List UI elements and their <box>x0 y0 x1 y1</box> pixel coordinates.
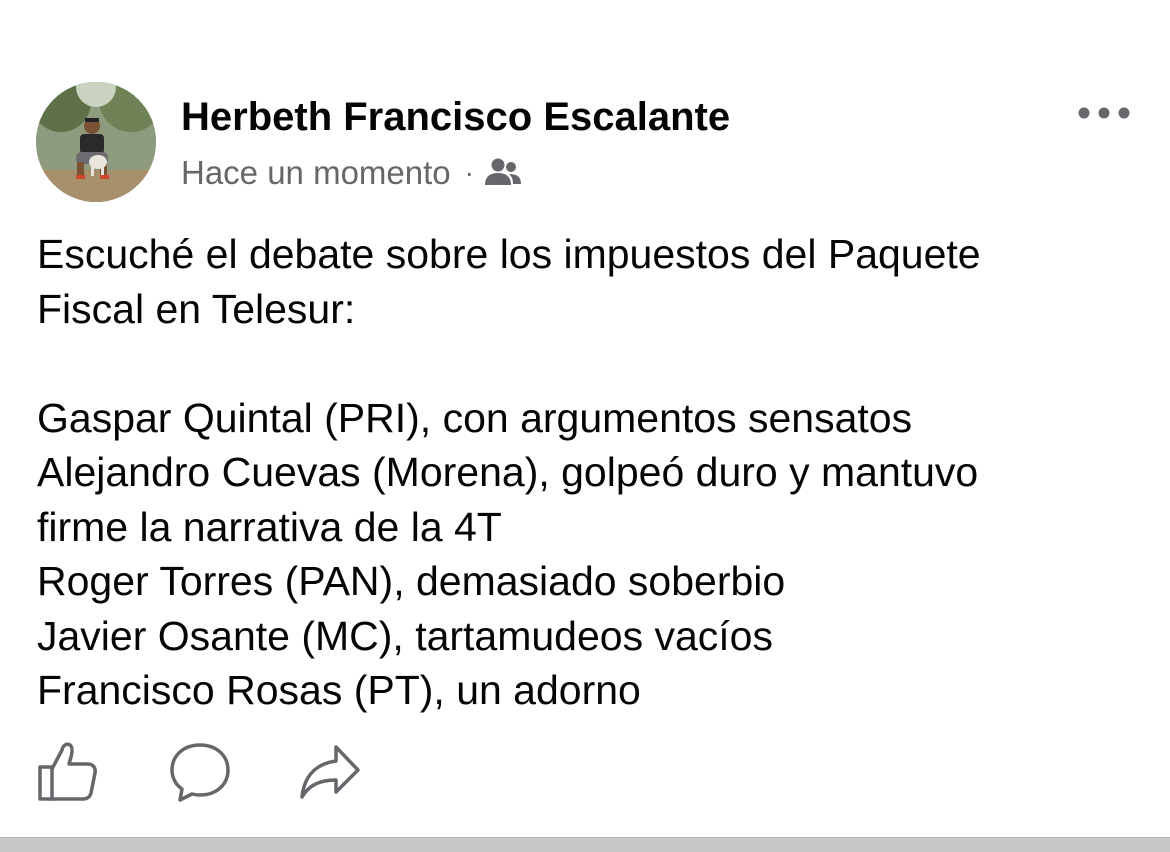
comment-bubble-icon <box>170 743 230 802</box>
more-dots-icon <box>1078 107 1130 119</box>
like-button[interactable] <box>36 740 100 804</box>
friends-icon <box>484 157 522 189</box>
post-text: Escuché el debate sobre los impuestos de… <box>37 231 981 713</box>
thumbs-up-icon <box>38 742 97 801</box>
share-button[interactable] <box>298 740 362 804</box>
feed-divider <box>0 837 1170 852</box>
feed-post: Herbeth Francisco Escalante Hace un mome… <box>0 0 1170 852</box>
post-meta: Hace un momento · <box>181 152 522 194</box>
comment-button[interactable] <box>168 740 232 804</box>
share-arrow-icon <box>300 745 360 799</box>
avatar[interactable] <box>36 82 156 202</box>
meta-separator: · <box>464 157 474 188</box>
more-options-button[interactable] <box>1076 96 1132 130</box>
author-name[interactable]: Herbeth Francisco Escalante <box>181 93 730 141</box>
post-timestamp[interactable]: Hace un momento <box>181 154 451 192</box>
